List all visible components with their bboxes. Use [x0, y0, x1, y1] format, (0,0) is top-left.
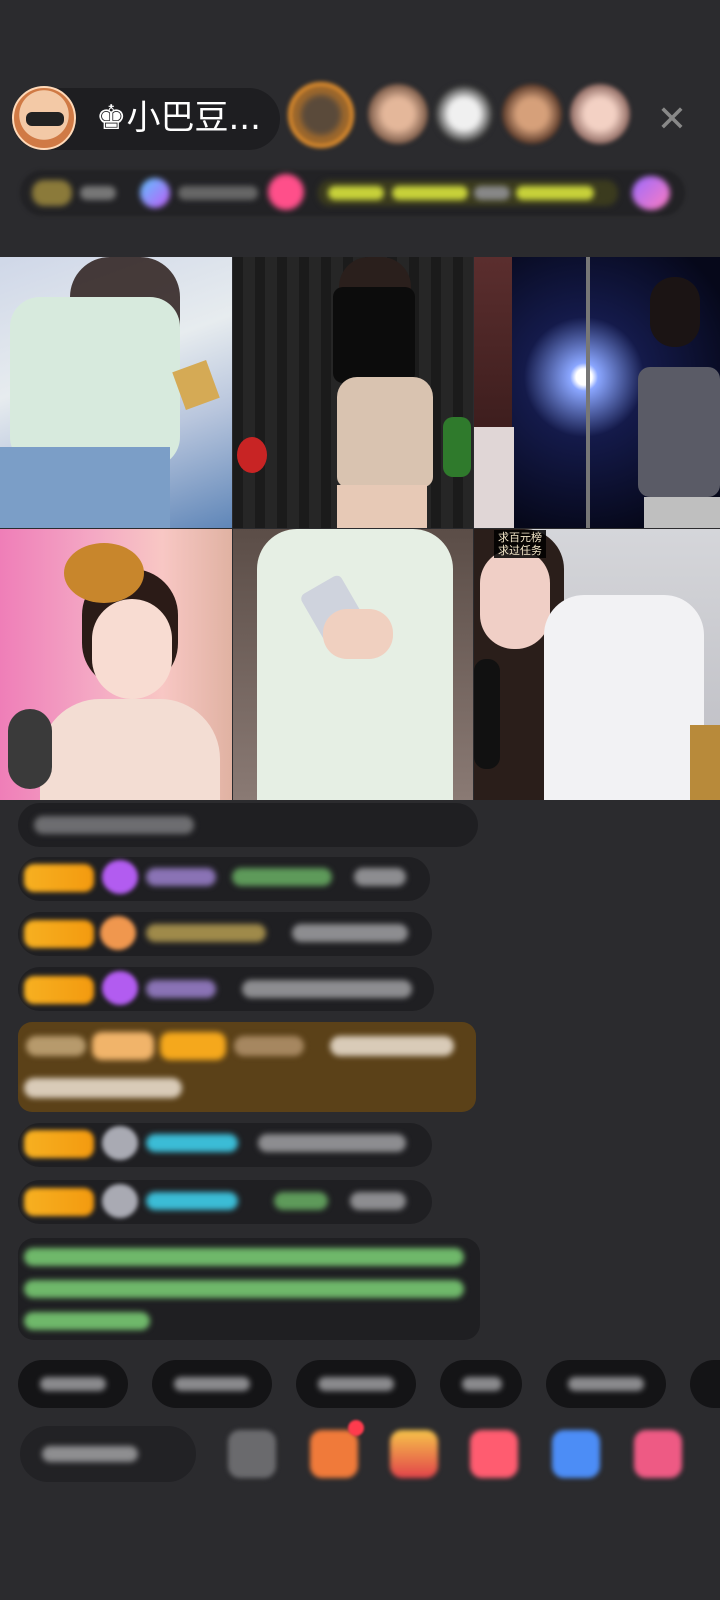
stream-tag-line: 求百元榜	[498, 531, 542, 544]
heart-gift-icon[interactable]	[470, 1430, 518, 1478]
chip-text	[318, 1377, 394, 1391]
notification-dot	[348, 1420, 364, 1436]
chat-text	[258, 1134, 406, 1152]
chat-text	[330, 1036, 454, 1056]
chat-username	[146, 868, 216, 886]
avatar-glasses	[26, 112, 64, 126]
chat-username	[146, 980, 216, 998]
flame-icon	[100, 916, 136, 950]
viewer-avatar[interactable]	[434, 84, 494, 144]
stream-tile[interactable]	[0, 529, 232, 800]
chat-text	[292, 924, 408, 942]
viewer-avatar[interactable]	[288, 82, 354, 148]
chat-text	[24, 1078, 182, 1098]
stream-tag: 求百元榜 求过任务	[494, 530, 546, 558]
chat-text	[354, 868, 406, 886]
viewer-avatar[interactable]	[502, 84, 562, 144]
stream-tile[interactable]: 求百元榜 求过任务	[474, 529, 720, 800]
treasure-icon[interactable]	[390, 1430, 438, 1478]
notice-text	[24, 1280, 464, 1298]
emoji-icon[interactable]	[228, 1430, 276, 1478]
chat-username	[146, 1134, 238, 1152]
viewer-avatar[interactable]	[368, 84, 428, 144]
host-name[interactable]: ♚小巴豆...	[96, 98, 261, 138]
quick-reply-chip[interactable]	[440, 1360, 522, 1408]
gem-icon	[102, 860, 138, 894]
task-text	[474, 186, 510, 200]
chat-text	[34, 816, 194, 834]
task-text	[392, 186, 468, 200]
quick-reply-chip[interactable]	[152, 1360, 272, 1408]
task-text	[516, 186, 594, 200]
level-badge	[24, 1130, 94, 1158]
info-text	[178, 186, 258, 200]
quick-reply-chip[interactable]	[18, 1360, 128, 1408]
chat-input[interactable]	[20, 1426, 196, 1482]
chat-text	[242, 980, 412, 998]
chat-username	[274, 1192, 328, 1210]
stream-tile[interactable]	[233, 529, 473, 800]
viewer-avatar[interactable]	[570, 84, 630, 144]
heart-icon[interactable]	[268, 174, 304, 210]
fan-icon[interactable]	[632, 176, 670, 210]
host-avatar[interactable]	[12, 86, 76, 150]
stream-tile[interactable]	[0, 257, 232, 528]
avatar-icon	[102, 1126, 138, 1160]
quick-reply-chip[interactable]	[546, 1360, 666, 1408]
level-badge	[24, 976, 94, 1004]
quick-reply-chip[interactable]	[690, 1360, 720, 1408]
level-badge	[24, 1188, 94, 1216]
chat-username	[146, 1192, 238, 1210]
chip-text	[568, 1377, 644, 1391]
gem-icon	[102, 971, 138, 1005]
chat-input-placeholder	[42, 1446, 138, 1462]
chat-text	[350, 1192, 406, 1210]
chat-username	[232, 868, 332, 886]
avatar-icon	[102, 1184, 138, 1218]
close-icon[interactable]: ✕	[652, 100, 692, 140]
stream-tile[interactable]	[233, 257, 473, 528]
gift-icon[interactable]	[310, 1430, 358, 1478]
share-icon[interactable]	[552, 1430, 600, 1478]
notice-text	[24, 1312, 150, 1330]
quick-reply-chip[interactable]	[296, 1360, 416, 1408]
chip-text	[174, 1377, 250, 1391]
level-badge	[24, 864, 94, 892]
more-icon[interactable]	[634, 1430, 682, 1478]
chip-text	[462, 1377, 502, 1391]
chat-username	[146, 924, 266, 942]
level-badge	[24, 920, 94, 948]
multi-stream-grid: 求百元榜 求过任务	[0, 257, 720, 800]
badge-icon[interactable]	[140, 178, 170, 208]
rank-icon[interactable]	[32, 180, 72, 206]
chat-username	[234, 1036, 304, 1056]
chip-text	[40, 1377, 106, 1391]
chat-text	[26, 1036, 86, 1056]
stream-tile[interactable]	[474, 257, 720, 528]
info-text	[80, 186, 116, 200]
level-badge	[160, 1032, 226, 1060]
stream-tag-line: 求过任务	[498, 544, 542, 557]
task-text	[328, 186, 384, 200]
notice-text	[24, 1248, 464, 1266]
level-badge	[92, 1032, 154, 1060]
